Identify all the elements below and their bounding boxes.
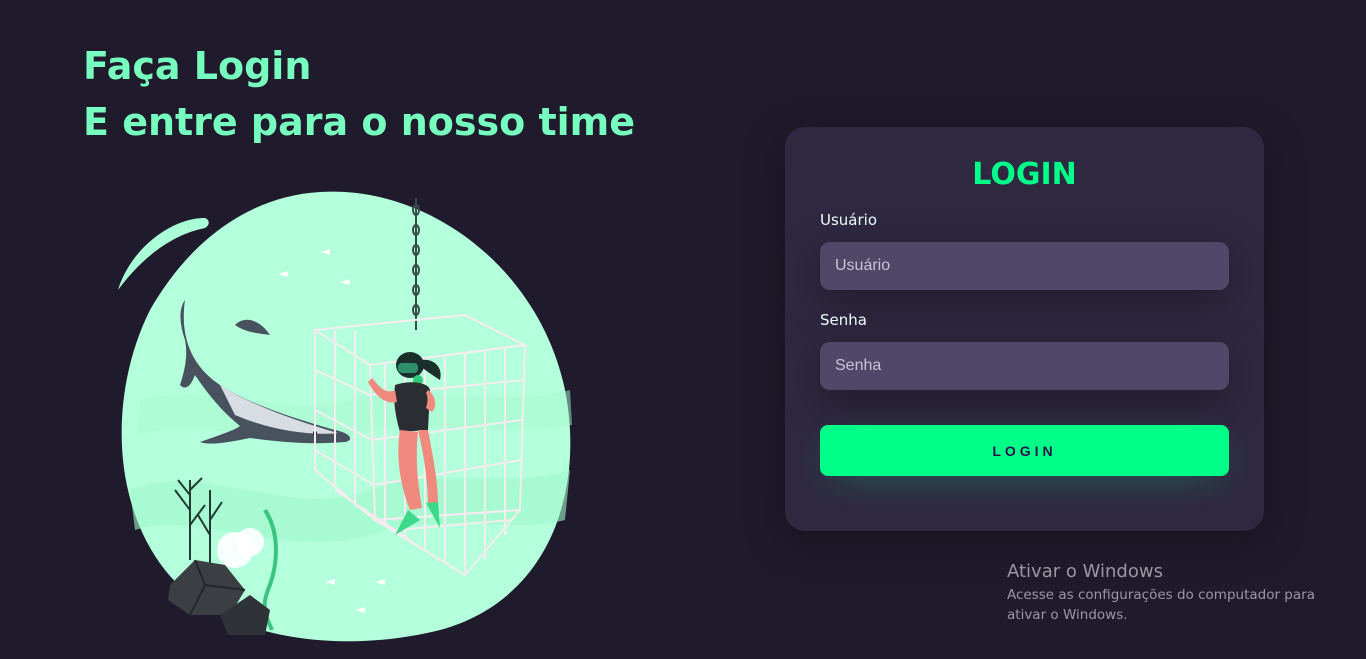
username-input[interactable] [820,242,1229,290]
watermark-title: Ativar o Windows [1007,561,1163,582]
watermark-line-2: ativar o Windows. [1007,607,1128,623]
headline-line-1: Faça Login [83,44,312,88]
password-label: Senha [820,311,867,329]
username-label: Usuário [820,211,878,229]
page-headline: Faça Login E entre para o nosso time [83,38,635,150]
login-card: LOGIN Usuário Senha LOGIN [785,127,1264,531]
shark-diver-illustration [118,191,572,642]
windows-activation-watermark: Ativar o Windows Acesse as configurações… [1007,561,1315,625]
password-input[interactable] [820,342,1229,390]
watermark-line-1: Acesse as configurações do computador pa… [1007,587,1315,603]
login-title: LOGIN [972,157,1077,192]
login-button[interactable]: LOGIN [820,425,1229,476]
headline-line-2: E entre para o nosso time [83,100,636,144]
